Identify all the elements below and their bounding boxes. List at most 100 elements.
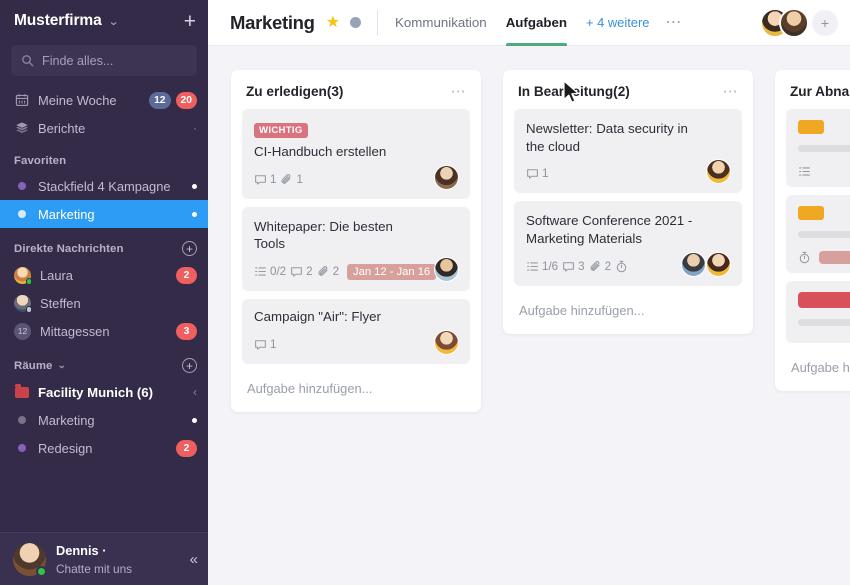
section-label: Favoriten: [14, 155, 67, 167]
sidebar-item-facility-munich[interactable]: Facility Munich (6) ‹: [0, 378, 208, 406]
priority-tag: [798, 292, 850, 308]
task-title: Campaign "Air": Flyer: [254, 309, 381, 325]
tab-aufgaben[interactable]: Aufgaben: [505, 0, 568, 46]
new-item-button[interactable]: +: [184, 11, 196, 32]
workspace-header[interactable]: Musterfirma ⌄ +: [0, 0, 208, 42]
more-tabs-link[interactable]: + 4 weitere: [586, 0, 649, 46]
sidebar-item-marketing-room[interactable]: Marketing: [0, 406, 208, 434]
sidebar-item-redesign[interactable]: Redesign 2: [0, 434, 208, 462]
topbar: Marketing ★ Kommunikation Aufgaben + 4 w…: [208, 0, 850, 46]
column-header: Zur Abnahme ⋯: [790, 84, 850, 99]
member-group: +: [760, 7, 838, 38]
label-chip: [798, 206, 824, 220]
badge-count: 3: [176, 322, 197, 340]
avatar[interactable]: [434, 329, 459, 355]
checklist-icon: [527, 262, 538, 271]
column-title: Zur Abnahme: [790, 84, 850, 99]
attachment-count: 2: [317, 265, 339, 278]
task-card[interactable]: [786, 109, 850, 187]
chevron-down-icon[interactable]: ⌄: [107, 15, 119, 28]
chevron-left-icon[interactable]: ‹: [193, 385, 197, 399]
timer-indicator: [615, 260, 628, 273]
task-card[interactable]: [786, 195, 850, 273]
collapse-sidebar-button[interactable]: «: [190, 551, 198, 568]
task-title: CI-Handbuch erstellen: [254, 144, 387, 159]
tab-kommunikation[interactable]: Kommunikation: [395, 0, 487, 46]
attachment-count: 1: [280, 173, 303, 186]
avatar-stack[interactable]: [760, 7, 809, 38]
sidebar-label: Marketing: [38, 206, 95, 222]
unread-dot-icon: [192, 211, 197, 217]
avatar[interactable]: [434, 164, 459, 190]
task-card[interactable]: Software Conference 2021 - Marketing Mat…: [514, 201, 742, 286]
sidebar-item-laura[interactable]: Laura 2: [0, 261, 208, 289]
task-meta: 1 1: [254, 170, 458, 189]
divider: [377, 9, 379, 36]
board-column-zur-abnahme: Zur Abnahme ⋯: [775, 70, 850, 391]
attachment-icon: [282, 173, 291, 184]
add-room-button[interactable]: +: [182, 358, 197, 373]
avatar[interactable]: [13, 542, 47, 577]
badge-count: 12: [149, 91, 171, 109]
sidebar-item-mittagessen[interactable]: 12 Mittagessen 3: [0, 317, 208, 345]
status-dot-icon: [14, 416, 29, 424]
task-meta: [798, 165, 850, 178]
sidebar-label: Mittagessen: [40, 323, 110, 339]
task-title: Newsletter: Data security in the cloud: [526, 121, 688, 154]
add-task-button[interactable]: Aufgabe hinzufügen...: [786, 351, 850, 380]
avatar[interactable]: [434, 257, 459, 283]
add-task-button[interactable]: Aufgabe hinzufügen...: [514, 294, 742, 323]
section-label: Direkte Nachrichten: [14, 242, 124, 255]
badge-group: 2: [176, 266, 197, 284]
add-task-button[interactable]: Aufgabe hinzufügen...: [242, 372, 470, 401]
task-card[interactable]: Campaign "Air": Flyer 1: [242, 299, 470, 364]
badge-group: 2: [176, 439, 197, 457]
calendar-icon: [14, 93, 29, 107]
comment-count: 1: [254, 173, 276, 186]
folder-icon: [14, 384, 29, 398]
sidebar-label: Berichte: [38, 120, 86, 136]
board-column-zu-erledigen: Zu erledigen(3) ⋯ WICHTIG CI-Handbuch er…: [231, 70, 481, 412]
unread-dot-icon: [192, 183, 197, 189]
ellipsis-icon[interactable]: ⋯: [723, 84, 739, 99]
add-direct-message-button[interactable]: +: [182, 241, 197, 256]
task-title: Whitepaper: Die besten Tools: [254, 218, 393, 252]
sidebar-item-berichte[interactable]: Berichte ·: [0, 114, 208, 142]
search-input[interactable]: Finde alles...: [11, 45, 197, 76]
column-header: Zu erledigen(3) ⋯: [246, 84, 467, 99]
search-icon: [22, 55, 34, 67]
sidebar-label: Steffen: [40, 295, 81, 311]
berichte-indicator: ·: [193, 121, 197, 135]
ellipsis-icon[interactable]: ⋯: [451, 84, 467, 99]
sidebar-item-marketing-favorite[interactable]: Marketing: [0, 200, 208, 228]
star-icon[interactable]: ★: [326, 14, 340, 31]
sidebar-item-meine-woche[interactable]: Meine Woche 12 20: [0, 86, 208, 114]
task-card[interactable]: [786, 281, 850, 343]
presence-indicator: [36, 565, 47, 577]
task-card[interactable]: Whitepaper: Die besten Tools 0/2 2 2 Jan…: [242, 206, 470, 292]
avatar[interactable]: [779, 7, 809, 38]
task-meta: 0/2 2 2 Jan 12 - Jan 16: [254, 262, 458, 281]
badge-group: 12 20: [149, 91, 197, 109]
sidebar-item-steffen[interactable]: Steffen: [0, 289, 208, 317]
sidebar-item-stackfield-4-kampagne[interactable]: Stackfield 4 Kampagne: [0, 172, 208, 200]
task-card[interactable]: WICHTIG CI-Handbuch erstellen 1 1: [242, 109, 470, 199]
comment-icon: [291, 267, 303, 277]
ellipsis-icon[interactable]: ⋯: [665, 14, 682, 31]
placeholder-line: [798, 145, 850, 152]
user-profile-bar[interactable]: Dennis · Chatte mit uns «: [0, 532, 208, 585]
task-card[interactable]: Newsletter: Data security in the cloud 1: [514, 109, 742, 194]
comment-count: 1: [526, 167, 548, 180]
checklist-count: 0/2: [254, 265, 286, 278]
task-meta: [798, 251, 850, 264]
sidebar-label: Meine Woche: [38, 92, 117, 108]
avatar[interactable]: [681, 251, 706, 277]
sidebar-label: Marketing: [38, 412, 95, 428]
avatar[interactable]: [706, 251, 731, 277]
add-member-button[interactable]: +: [812, 9, 838, 36]
chevron-down-icon[interactable]: ⌄: [58, 360, 67, 371]
priority-tag: WICHTIG: [254, 122, 308, 138]
status-dot-icon: [14, 444, 29, 452]
attachment-icon: [318, 266, 328, 276]
user-info: Dennis · Chatte mit uns: [56, 541, 132, 577]
